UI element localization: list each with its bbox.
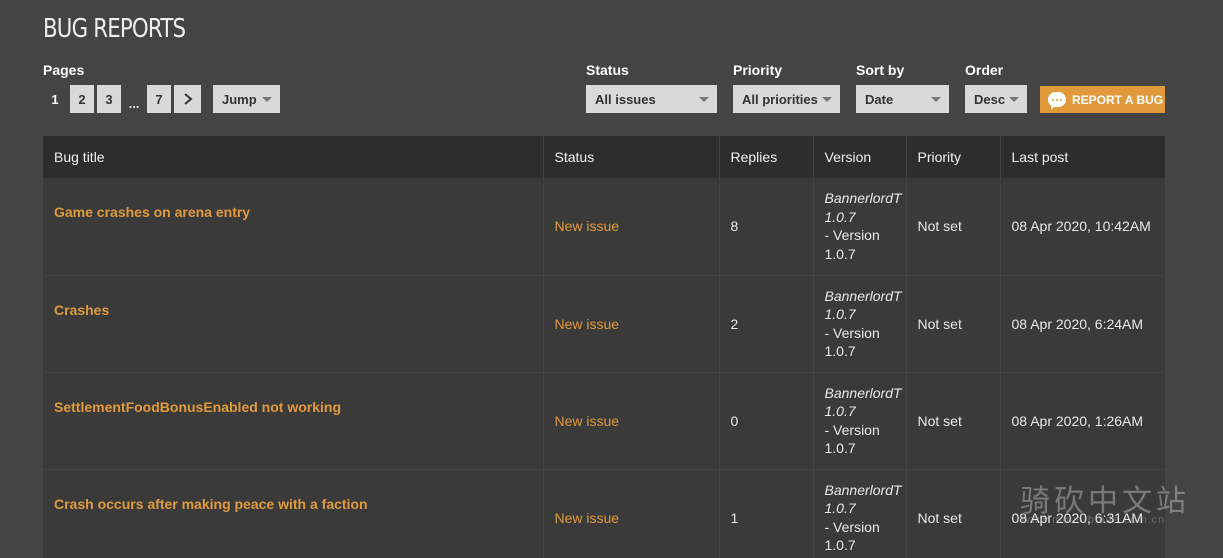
jump-label: Jump [222, 91, 257, 107]
chat-bubble-icon [1048, 92, 1066, 110]
chevron-down-icon [931, 97, 941, 102]
next-page-button[interactable] [174, 85, 201, 113]
table-header: Bug title Status Replies Version Priorit… [43, 136, 1165, 178]
status-badge: New issue [554, 509, 620, 526]
version-number: - Version 1.0.7 [824, 421, 880, 457]
jump-select[interactable]: Jump [213, 85, 280, 113]
table-row: Crash occurs after making peace with a f… [43, 469, 1165, 558]
replies-count: 8 [719, 178, 814, 276]
col-replies[interactable]: Replies [719, 136, 814, 178]
version-cell: BannerlordT 1.0.7- Version 1.0.7 [813, 178, 907, 276]
version-cell: BannerlordT 1.0.7- Version 1.0.7 [813, 469, 907, 558]
page-7-button[interactable]: 7 [147, 85, 171, 113]
chevron-down-icon [822, 97, 832, 102]
last-post: 08 Apr 2020, 10:42AM [1000, 178, 1165, 276]
version-game: BannerlordT 1.0.7 [824, 287, 902, 323]
col-bug-title[interactable]: Bug title [43, 136, 544, 178]
table-row: Game crashes on arena entry New issue 8 … [43, 178, 1165, 276]
status-value: All issues [595, 91, 656, 107]
priority-value: Not set [906, 178, 1001, 276]
chevron-right-icon [183, 93, 193, 105]
version-game: BannerlordT 1.0.7 [824, 481, 902, 517]
col-version[interactable]: Version [813, 136, 907, 178]
bug-title-link[interactable]: Crashes [54, 302, 109, 318]
status-select[interactable]: All issues [586, 85, 717, 113]
last-post: 08 Apr 2020, 6:24AM [1000, 275, 1165, 373]
col-status[interactable]: Status [543, 136, 720, 178]
last-post: 08 Apr 2020, 1:26AM [1000, 372, 1165, 470]
replies-count: 2 [719, 275, 814, 373]
page-ellipsis: ... [128, 96, 140, 111]
page-2-button[interactable]: 2 [70, 85, 94, 113]
bug-table: Bug title Status Replies Version Priorit… [43, 136, 1165, 558]
priority-value: Not set [906, 469, 1001, 558]
order-label: Order [965, 62, 1004, 78]
page-3-button[interactable]: 3 [97, 85, 121, 113]
watermark-url: www.mountblade.com.cn [1022, 514, 1166, 526]
table-row: Crashes New issue 2 BannerlordT 1.0.7- V… [43, 275, 1165, 373]
table-row: SettlementFoodBonusEnabled not working N… [43, 372, 1165, 470]
version-game: BannerlordT 1.0.7 [824, 190, 902, 225]
status-badge: New issue [554, 412, 620, 429]
order-value: Desc [974, 91, 1006, 107]
chevron-down-icon [262, 97, 272, 102]
status-badge: New issue [554, 315, 620, 332]
priority-value: Not set [906, 275, 1001, 373]
report-bug-label: REPORT A BUG [1072, 92, 1164, 107]
pagination: 1 2 3 ... 7 [43, 85, 204, 113]
bug-title-link[interactable]: SettlementFoodBonusEnabled not working [54, 399, 341, 415]
chevron-down-icon [1009, 97, 1019, 102]
sort-by-value: Date [865, 91, 894, 107]
replies-count: 1 [719, 469, 814, 558]
pages-label: Pages [43, 62, 85, 78]
priority-select[interactable]: All priorities [733, 85, 840, 113]
priority-label: Priority [733, 62, 783, 78]
replies-count: 0 [719, 372, 814, 470]
status-label: Status [586, 62, 629, 78]
sort-by-select[interactable]: Date [856, 85, 949, 113]
status-badge: New issue [554, 218, 620, 235]
chevron-down-icon [699, 97, 709, 102]
version-number: - Version 1.0.7 [824, 227, 880, 262]
page-title: BUG REPORTS [43, 14, 186, 44]
priority-value: Not set [906, 372, 1001, 470]
priority-value: All priorities [742, 91, 818, 107]
page-1-button[interactable]: 1 [43, 85, 67, 113]
version-cell: BannerlordT 1.0.7- Version 1.0.7 [813, 275, 907, 373]
col-priority[interactable]: Priority [906, 136, 1001, 178]
report-bug-button[interactable]: REPORT A BUG [1040, 86, 1165, 113]
bug-title-link[interactable]: Game crashes on arena entry [54, 204, 250, 220]
order-select[interactable]: Desc [965, 85, 1027, 113]
bug-title-link[interactable]: Crash occurs after making peace with a f… [54, 496, 368, 512]
version-game: BannerlordT 1.0.7 [824, 384, 902, 420]
sort-by-label: Sort by [856, 62, 905, 78]
version-number: - Version 1.0.7 [824, 324, 880, 360]
version-cell: BannerlordT 1.0.7- Version 1.0.7 [813, 372, 907, 470]
col-last-post[interactable]: Last post [1000, 136, 1165, 178]
version-number: - Version 1.0.7 [824, 518, 880, 554]
